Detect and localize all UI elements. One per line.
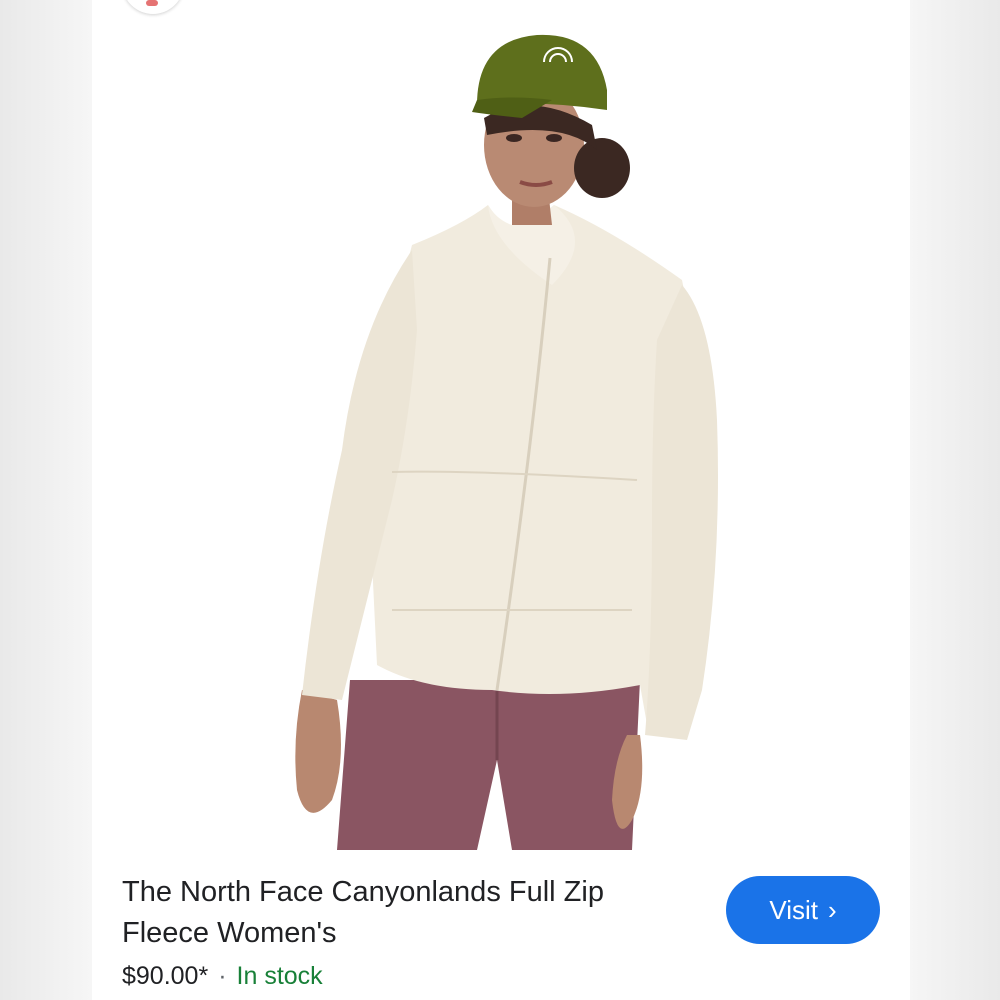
right-backdrop	[908, 0, 1000, 1000]
model-photo-illustration	[92, 0, 910, 850]
left-backdrop	[0, 0, 92, 1000]
visit-button[interactable]: Visit ›	[726, 876, 880, 944]
product-meta: $90.00* · In stock	[122, 962, 323, 991]
product-card	[92, 0, 910, 1000]
product-price: $90.00*	[122, 962, 209, 990]
chevron-right-icon: ›	[827, 894, 837, 925]
visit-button-label: Visit	[769, 894, 818, 925]
product-title-line-1: The North Face Canyonlands Full Zip	[122, 876, 604, 908]
product-title[interactable]: The North Face Canyonlands Full Zip Flee…	[122, 872, 682, 954]
avatar-logo-icon	[146, 0, 158, 6]
product-title-line-2: Fleece Women's	[122, 917, 337, 949]
product-image[interactable]	[92, 0, 910, 850]
stock-status: In stock	[236, 962, 323, 990]
meta-separator: ·	[218, 962, 227, 990]
